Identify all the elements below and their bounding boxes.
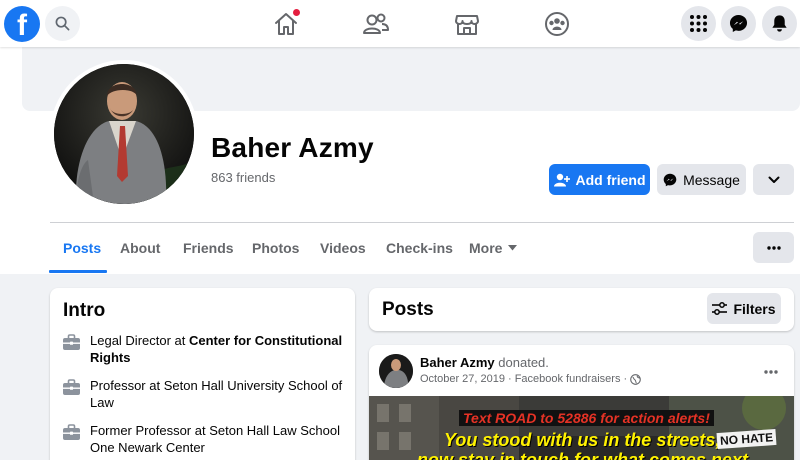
intro-item-text: Former Professor at Seton Hall Law Schoo…	[90, 423, 340, 455]
tab-photos[interactable]: Photos	[252, 240, 299, 256]
more-horizontal-icon	[764, 370, 778, 374]
intro-item: Former Professor at Seton Hall Law Schoo…	[62, 422, 347, 456]
caret-down-icon	[508, 245, 518, 251]
home-notification-dot	[293, 9, 300, 16]
intro-item-text: Legal Director at Center for Constitutio…	[90, 332, 347, 366]
tab-videos[interactable]: Videos	[320, 240, 366, 256]
intro-title: Intro	[63, 300, 106, 321]
briefcase-icon	[63, 379, 80, 395]
tab-more[interactable]: More	[469, 240, 518, 256]
post-author-line: Baher Azmy donated.	[420, 355, 549, 370]
message-button[interactable]: Message	[657, 164, 746, 195]
add-friend-label: Add friend	[575, 171, 646, 188]
friends-icon	[363, 13, 389, 34]
banner-text-line-2: You stood with us in the streets,	[444, 430, 721, 450]
tabs-more-options-button[interactable]	[753, 232, 794, 263]
tab-check-ins[interactable]: Check-ins	[386, 240, 453, 256]
filters-button[interactable]: Filters	[707, 293, 781, 324]
post-meta-separator: ·	[623, 373, 628, 385]
search-icon	[55, 16, 70, 31]
profile-avatar[interactable]	[50, 60, 198, 208]
intro-item-prefix: Legal Director at	[90, 333, 189, 348]
post-meta-separator: ·	[508, 373, 512, 385]
tab-more-label: More	[469, 240, 503, 256]
post-author-photo	[379, 354, 413, 388]
add-friend-button[interactable]: Add friend	[549, 164, 650, 195]
messenger-button[interactable]	[721, 6, 756, 41]
tab-friends[interactable]: Friends	[183, 240, 234, 256]
menu-button[interactable]	[681, 6, 716, 41]
intro-item-text: Professor at Seton Hall University Schoo…	[90, 378, 343, 410]
notifications-button[interactable]	[762, 6, 797, 41]
messenger-icon	[729, 14, 748, 33]
add-friend-icon	[553, 173, 570, 186]
notifications-bell-icon	[772, 15, 787, 32]
facebook-logo[interactable]: f	[4, 6, 40, 42]
menu-grid-icon	[690, 15, 707, 32]
facebook-logo-letter: f	[17, 9, 27, 42]
post-author-name[interactable]: Baher Azmy	[420, 355, 495, 370]
post-date[interactable]: October 27, 2019	[420, 373, 505, 385]
tab-posts[interactable]: Posts	[63, 240, 101, 256]
friends-count[interactable]: 863 friends	[211, 170, 275, 185]
search-button[interactable]	[45, 6, 80, 41]
profile-dropdown-button[interactable]	[753, 164, 794, 195]
briefcase-icon	[63, 424, 80, 440]
header-divider	[50, 222, 794, 223]
post-source[interactable]: Facebook fundraisers	[515, 373, 621, 385]
post-meta: October 27, 2019 · Facebook fundraisers …	[420, 373, 641, 385]
post-card: Baher Azmy donated. October 27, 2019 · F…	[369, 345, 794, 460]
filters-icon	[712, 302, 728, 315]
briefcase-icon	[63, 334, 80, 350]
intro-card: Intro Legal Director at Center for Const…	[50, 288, 355, 460]
more-horizontal-icon	[766, 245, 781, 250]
posts-title: Posts	[382, 299, 434, 320]
nav-friends[interactable]	[360, 8, 392, 40]
tab-about[interactable]: About	[120, 240, 160, 256]
globe-icon	[630, 373, 641, 385]
marketplace-icon	[455, 15, 479, 35]
message-label: Message	[683, 171, 740, 188]
post-author-avatar[interactable]	[379, 354, 413, 388]
groups-icon	[545, 12, 569, 36]
fundraiser-banner-image[interactable]: Text ROAD to 52886 for action alerts! Yo…	[369, 396, 794, 460]
active-tab-indicator	[49, 270, 107, 273]
post-options-button[interactable]	[764, 361, 778, 379]
intro-item: Professor at Seton Hall University Schoo…	[62, 377, 347, 411]
profile-name: Baher Azmy	[211, 132, 374, 163]
banner-text-line-3: now stay in touch for what comes next	[417, 450, 749, 460]
profile-photo	[54, 64, 194, 204]
post-action: donated.	[498, 355, 549, 370]
banner-text-line-1: Text ROAD to 52886 for action alerts!	[459, 410, 714, 426]
messenger-small-icon	[663, 173, 677, 186]
top-navigation-bar: f	[0, 0, 800, 47]
nav-groups[interactable]	[541, 8, 573, 40]
filters-label: Filters	[733, 300, 776, 317]
nav-marketplace[interactable]	[451, 8, 483, 40]
intro-item: Legal Director at Center for Constitutio…	[62, 332, 347, 366]
chevron-down-icon	[768, 176, 779, 183]
nav-home[interactable]	[270, 8, 302, 40]
